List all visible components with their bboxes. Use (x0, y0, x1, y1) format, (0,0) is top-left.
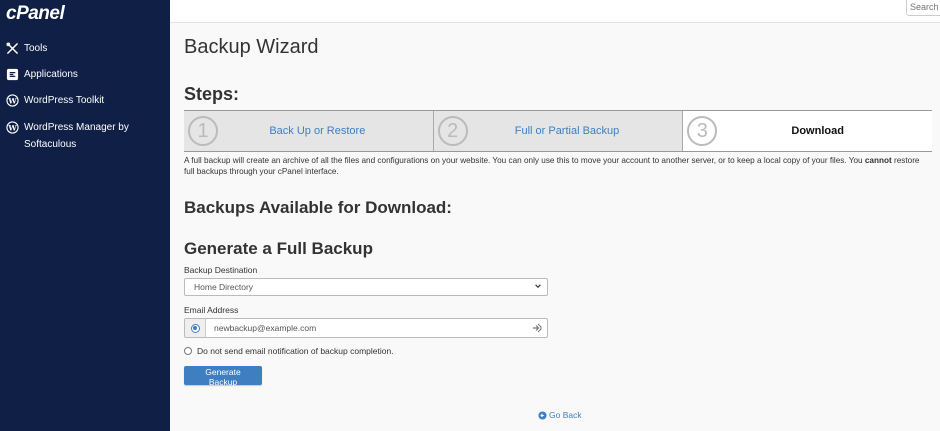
sidebar-item-label: WordPress Toolkit (24, 95, 105, 106)
sidebar-item-label: Tools (24, 43, 48, 54)
sidebar-item-tools[interactable]: Tools (6, 40, 47, 57)
step-label: Download (791, 125, 844, 137)
step-number: 1 (188, 116, 218, 146)
description-bold: cannot (864, 156, 892, 165)
email-radio[interactable] (185, 319, 206, 337)
email-address-label: Email Address (184, 305, 239, 315)
select-value: Home Directory (194, 282, 254, 292)
page-title: Backup Wizard (184, 36, 319, 58)
chevron-down-icon (535, 284, 541, 288)
svg-text:W: W (7, 123, 17, 132)
wordpress-icon: W (6, 121, 19, 134)
sidebar-item-label: WordPress Manager by Softaculous (24, 122, 129, 150)
radio-selected-icon (190, 323, 200, 333)
go-back-label: Go Back (549, 410, 582, 420)
sidebar-item-label: Applications (24, 69, 78, 80)
backup-destination-select[interactable]: Home Directory (184, 278, 548, 296)
autofill-icon[interactable] (531, 322, 543, 334)
backups-available-heading: Backups Available for Download: (184, 198, 452, 217)
arrow-left-circle-icon (538, 410, 547, 420)
sidebar-item-applications[interactable]: Applications (6, 66, 78, 83)
step-download: 3 Download (683, 111, 933, 151)
top-bar (170, 0, 940, 23)
step-label: Back Up or Restore (269, 125, 366, 137)
tools-icon (6, 42, 18, 54)
sidebar: cPanel Tools Applications W WordPress To… (0, 0, 170, 431)
steps-heading: Steps: (184, 84, 240, 104)
step-label: Full or Partial Backup (514, 125, 620, 137)
generate-full-backup-heading: Generate a Full Backup (184, 239, 373, 258)
no-email-label: Do not send email notification of backup… (197, 346, 394, 356)
backup-destination-label: Backup Destination (184, 265, 258, 275)
applications-icon (6, 68, 19, 81)
no-email-option[interactable]: Do not send email notification of backup… (184, 346, 394, 356)
email-field[interactable] (206, 319, 531, 337)
step-full-or-partial-backup[interactable]: 2 Full or Partial Backup (433, 111, 684, 151)
wordpress-icon: W (6, 94, 19, 107)
sidebar-item-wordpress-manager[interactable]: W WordPress Manager by Softaculous (6, 119, 164, 153)
search-input[interactable] (906, 0, 940, 16)
go-back-link[interactable]: Go Back (538, 410, 582, 420)
email-input-group (184, 318, 548, 338)
full-backup-description: A full backup will create an archive of … (184, 155, 924, 177)
step-number: 2 (437, 116, 468, 146)
radio-unselected-icon[interactable] (184, 347, 192, 355)
svg-text:W: W (7, 96, 17, 105)
description-text: A full backup will create an archive of … (184, 156, 865, 165)
wizard-steps: 1 Back Up or Restore 2 Full or Partial B… (184, 110, 933, 152)
step-back-up-or-restore[interactable]: 1 Back Up or Restore (184, 111, 434, 151)
step-number: 3 (687, 116, 718, 146)
generate-backup-button[interactable]: Generate Backup (184, 366, 262, 387)
sidebar-item-wordpress-toolkit[interactable]: W WordPress Toolkit (6, 92, 104, 109)
cpanel-logo[interactable]: cPanel (6, 3, 65, 25)
